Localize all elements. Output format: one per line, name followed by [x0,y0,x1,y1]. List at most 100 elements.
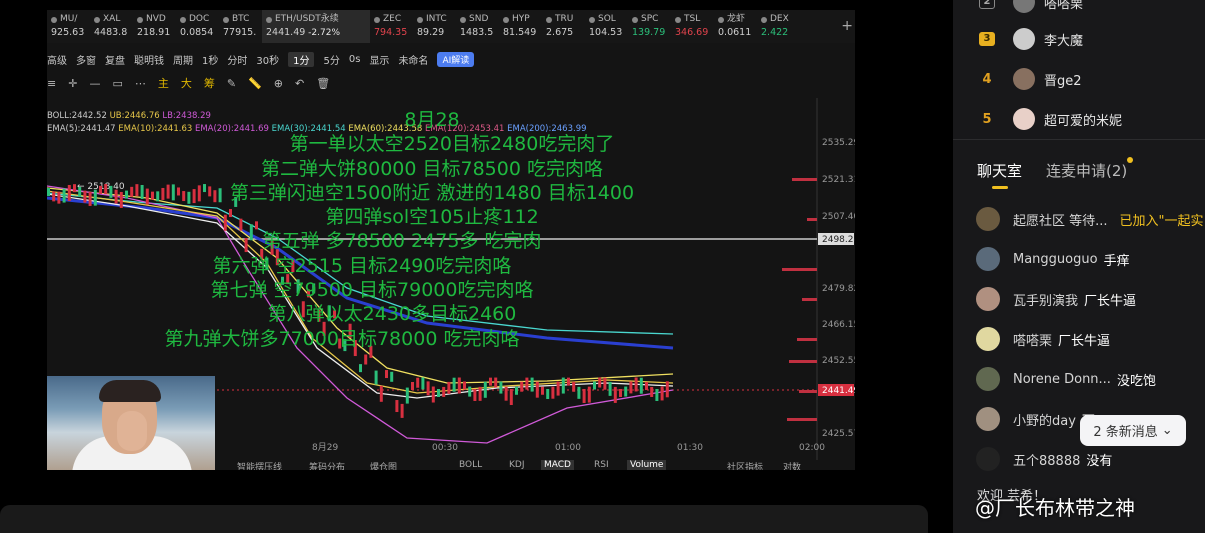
rank-number: 4 [982,71,992,87]
rank-number: 2 [979,0,995,9]
indicator-tab[interactable]: MACD [541,460,574,470]
avatar [976,287,1000,311]
volume-profile-bar [799,390,817,393]
indicator-tab[interactable]: 智能摆压线 [237,460,282,470]
chart-toolbar: 高级 多窗 复盘 聪明钱 周期 1秒 分时 30秒 1分 5分 0s 显示 未命名 AI解读 [47,50,855,69]
indicator-tab[interactable]: RSI [594,460,609,470]
chat-message[interactable]: Mangguoguo 手痒 [976,247,1130,271]
toolbar-item[interactable]: 1分 [288,52,315,67]
toolbar-item[interactable]: 复盘 [105,52,125,67]
toolbar-item[interactable]: 多窗 [76,52,96,67]
rect-icon[interactable]: ▭ [112,77,122,90]
crosshair-icon[interactable]: ✛ [68,77,77,90]
pen-icon[interactable]: ✎ [227,77,236,90]
tb2-item-0[interactable]: 主 [158,75,169,91]
line-icon[interactable]: — [89,77,100,90]
ticker-name: ZEC [383,14,402,24]
ticker-item[interactable]: DOC 0.0854 [176,10,219,43]
coin-icon [675,16,681,23]
indicator-tab[interactable]: 筹码分布 [309,460,345,470]
ticker-item[interactable]: INTC 89.29 [413,10,456,43]
candle [572,381,576,392]
toolbar-item[interactable]: 高级 [47,52,67,67]
candle [629,381,633,394]
ticker-item[interactable]: ZEC 794.35 [370,10,413,43]
add-tab-icon[interactable]: + [841,18,853,34]
ticker-name: 龙虾 [727,14,746,24]
rank-row[interactable]: 3 李大魔 [979,27,1083,51]
toolbar-item[interactable]: 显示 [369,52,389,67]
avatar [976,207,1000,231]
indicator-tab[interactable]: BOLL [459,460,482,470]
tab-mic-requests[interactable]: 连麦申请(2) [1046,157,1134,181]
ticker-name: HYP [512,14,530,24]
ruler-icon[interactable]: 📏 [248,77,262,90]
coin-icon [51,16,57,23]
ticker-item[interactable]: XAL 4483.8 [90,10,133,43]
tb2-item-1[interactable]: 大 [181,75,192,91]
indicator-tab[interactable]: Volume [627,460,667,470]
coin-icon [223,16,229,23]
toolbar-item[interactable]: 未命名 [398,52,428,67]
indicator-tab[interactable]: 爆仓图 [370,460,397,470]
toolbar-item[interactable]: 周期 [173,52,193,67]
rank-row[interactable]: 4 晋ge2 [979,67,1082,91]
ticker-price: 0.0854 [180,27,214,38]
ticker-item[interactable]: SPC 139.79 [628,10,671,43]
indicator-tab[interactable]: 对数 [783,460,801,470]
zoom-icon[interactable]: ⊕ [274,77,283,90]
more-icon[interactable]: ⋯ [135,77,146,90]
ticker-item[interactable]: MU/ 925.63 [47,10,90,43]
ticker-name: SND [469,14,489,24]
ticker-item[interactable]: SND 1483.5 [456,10,499,43]
toolbar-item[interactable]: 聪明钱 [134,52,164,67]
candle [421,377,425,390]
watermark: @厂长布林带之神 [975,496,1135,520]
ticker-item[interactable]: BTC 77915. [219,10,262,43]
rank-name: 超可爱的米妮 [1044,113,1123,129]
message-user: 起愿社区 等待... [1013,213,1108,229]
chat-message[interactable]: 嗒嗒栗 厂长牛逼 [976,327,1110,351]
ticker-item[interactable]: ETH/USDT永续 2441.49 -2.72% [262,10,370,43]
overlay-line: 第八弹以太2430多目标2460 [267,303,517,326]
menu-icon[interactable]: ≡ [47,77,56,90]
chat-message[interactable]: 瓦手别演我 厂长牛逼 [976,287,1136,311]
rank-row[interactable]: 2 嗒嗒栗 [979,0,1083,14]
new-messages-button[interactable]: 2 条新消息 ⌄ [1080,415,1186,446]
ticker-item[interactable]: TSL 346.69 [671,10,714,43]
undo-icon[interactable]: ↶ [295,77,304,90]
indicator-tab[interactable]: 社区指标 [727,460,763,470]
toolbar-item[interactable]: 5分 [323,52,339,67]
time-tick: 01:00 [555,443,581,453]
chat-message[interactable]: Norene Donn... 没吃饱 [976,367,1156,391]
message-content: 手痒 [1103,253,1130,269]
ticker-item[interactable]: HYP 81.549 [499,10,542,43]
time-tick: 8月29 [312,442,338,453]
trash-icon[interactable]: 🗑 [316,77,330,90]
toolbar-item[interactable]: 30秒 [256,52,279,67]
avatar [1013,0,1035,13]
tab-chatroom[interactable]: 聊天室 [977,160,1022,189]
toolbar-item[interactable]: 分时 [227,52,247,67]
ticker-price: 925.63 [51,27,85,38]
candle [525,377,529,390]
chat-message[interactable]: 五个88888 没有 [976,447,1112,471]
ticker-item[interactable]: NVD 218.91 [133,10,176,43]
candle [613,386,617,403]
chat-message[interactable]: 起愿社区 等待... 已加入"一起实 [976,207,1204,231]
rank-row[interactable]: 5 超可爱的米妮 [979,107,1122,131]
ticker-price: 4483.8 [94,27,128,38]
toolbar-item[interactable]: 1秒 [202,52,218,67]
coin-icon [417,16,423,23]
ticker-price: 1483.5 [460,27,494,38]
overlay-line: 第九弹大饼多77000目标78000 吃完肉咯 [164,327,520,350]
ticker-item[interactable]: 龙虾 0.0611 [714,10,757,43]
ticker-item[interactable]: TRU 2.675 [542,10,585,43]
toolbar-item[interactable]: 0s [349,54,361,65]
ticker-item[interactable]: DEX 2.422 [757,10,800,43]
ticker-item[interactable]: SOL 104.53 [585,10,628,43]
new-messages-label: 2 条新消息 [1093,425,1158,440]
indicator-tab[interactable]: KDJ [509,460,525,470]
tb2-item-2[interactable]: 筹 [204,75,215,91]
ai-button[interactable]: AI解读 [437,52,475,67]
